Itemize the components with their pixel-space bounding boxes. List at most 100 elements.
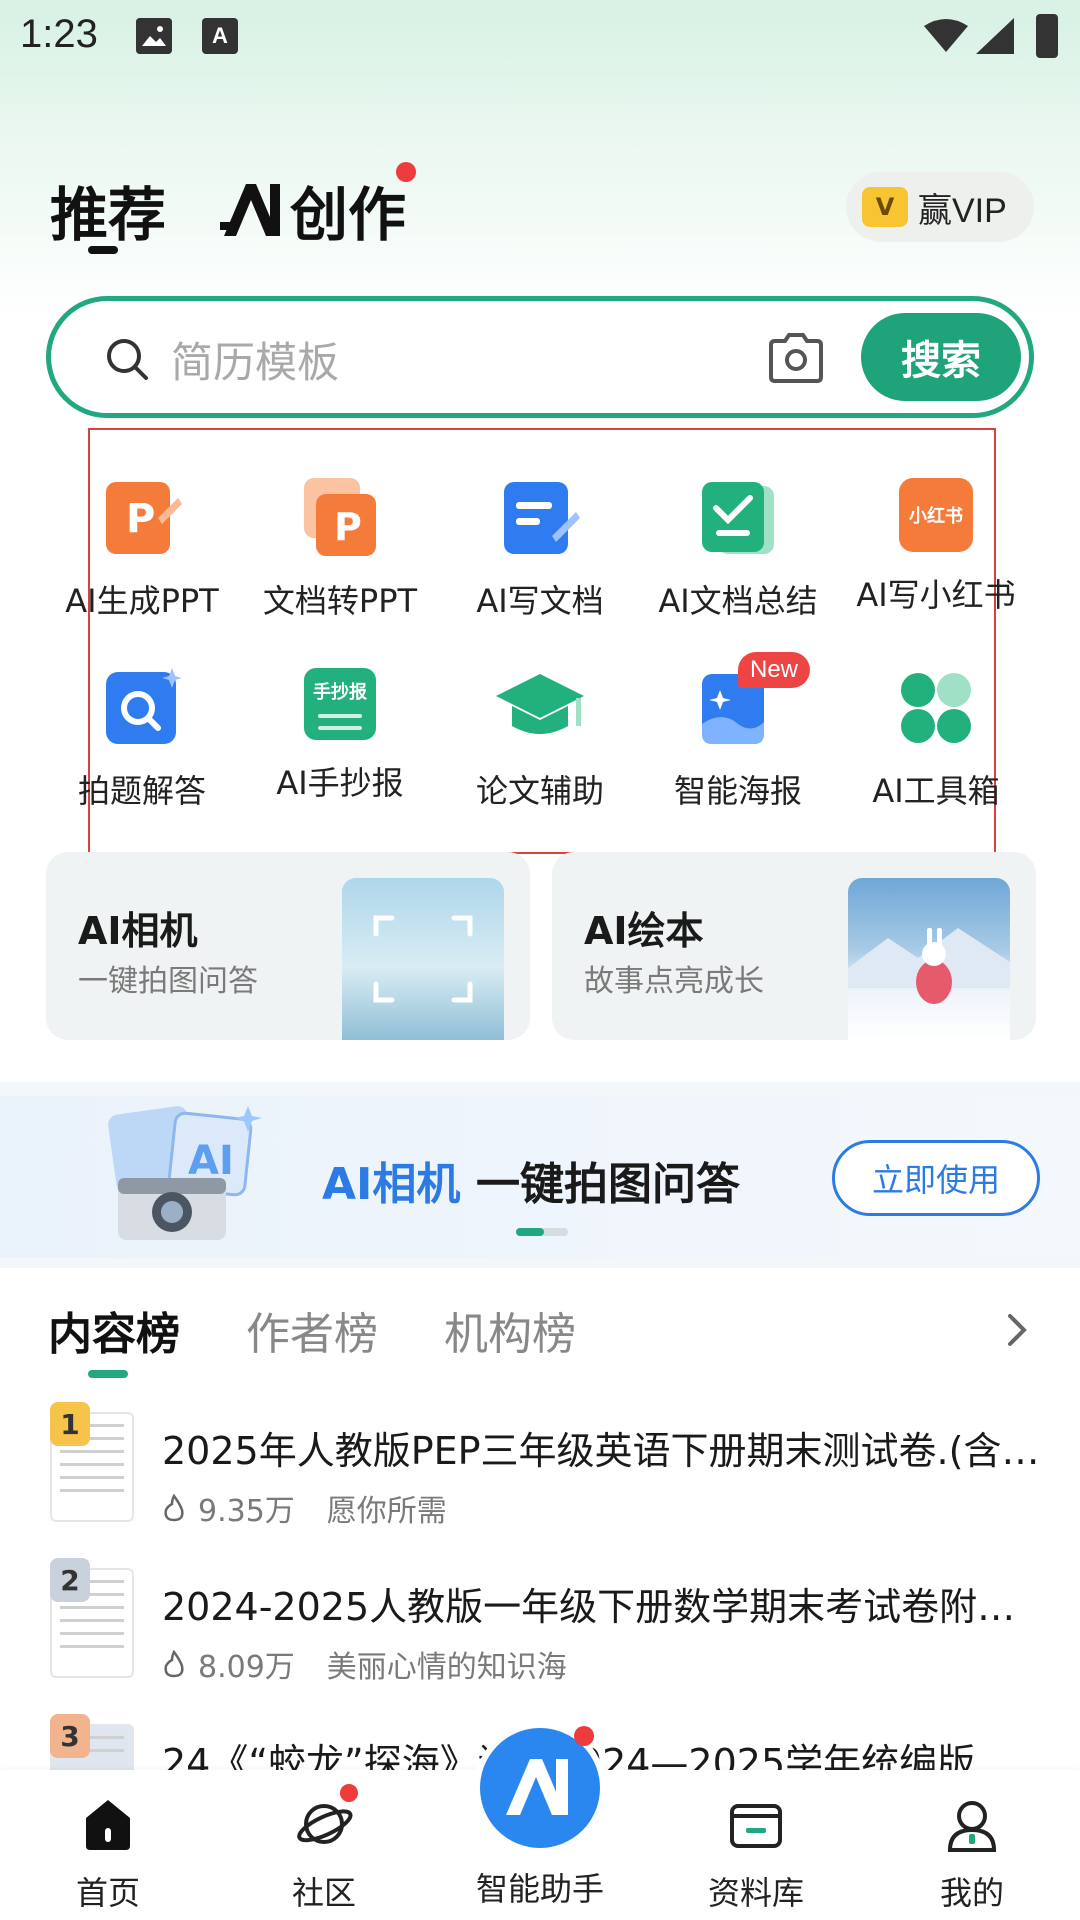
ranking-tab-indicator <box>88 1370 128 1378</box>
svg-text:AI: AI <box>188 1138 234 1184</box>
notification-dot <box>396 162 416 182</box>
nav-community[interactable]: 社区 <box>234 1770 414 1914</box>
ai-logo-icon <box>220 184 280 236</box>
banner-text: 一键拍图问答 <box>476 1159 740 1210</box>
vip-button[interactable]: V 赢VIP <box>846 172 1034 242</box>
item-title: 2025年人教版PEP三年级英语下册期末测试卷.(含… <box>162 1429 1040 1473</box>
ai-assistant-icon <box>506 1759 568 1815</box>
rank-badge: 3 <box>50 1714 90 1758</box>
chevron-right-icon[interactable] <box>1002 1310 1032 1350</box>
notification-dot <box>574 1726 594 1746</box>
camera-icon[interactable] <box>767 331 825 383</box>
doc-to-ppt-icon: P <box>300 478 380 558</box>
vip-label: 赢VIP <box>918 191 1007 230</box>
ai-camera-illustration: AI <box>108 1106 262 1240</box>
tool-label: 智能海报 <box>673 772 802 810</box>
item-meta: 8.09万 美丽心情的知识海 <box>162 1642 567 1686</box>
rank-badge: 2 <box>50 1558 90 1602</box>
tool-label: 拍题解答 <box>77 772 206 810</box>
tab-content-ranking[interactable]: 内容榜 <box>48 1298 180 1362</box>
search-icon <box>107 339 148 380</box>
search-button[interactable]: 搜索 <box>861 313 1021 401</box>
nav-label: 智能助手 <box>475 1870 604 1908</box>
handwritten-poster-icon-text: 手抄报 <box>313 682 367 703</box>
ppt-generate-icon: P <box>102 478 182 558</box>
tool-photo-answer[interactable]: 拍题解答 <box>42 668 242 812</box>
tool-thesis-assist[interactable]: 论文辅助 <box>440 668 640 812</box>
list-item[interactable]: 1 2025年人教版PEP三年级英语下册期末测试卷.(含… 9.35万 愿你所需 <box>0 1402 1080 1552</box>
tool-label: AI写小红书 <box>856 576 1016 614</box>
toolbox-icon <box>896 668 976 748</box>
tool-label: AI手抄报 <box>276 764 404 802</box>
tab-ai-create[interactable]: 创作 <box>220 168 406 252</box>
item-title: 2024-2025人教版一年级下册数学期末考试卷附… <box>162 1585 1016 1629</box>
tool-label: AI工具箱 <box>872 772 1000 810</box>
planet-icon <box>297 1804 353 1844</box>
xiaohongshu-icon-text: 小红书 <box>909 506 963 527</box>
tool-label: AI写文档 <box>476 582 604 620</box>
tab-org-ranking[interactable]: 机构榜 <box>444 1298 576 1362</box>
ai-write-doc-icon <box>500 478 580 558</box>
tool-xiaohongshu[interactable]: 小红书 AI写小红书 <box>836 478 1036 616</box>
fire-icon <box>164 1494 184 1522</box>
card-title: AI相机 <box>78 909 198 953</box>
signal-icon <box>976 18 1014 54</box>
folder-icon <box>730 1804 782 1848</box>
card-subtitle: 一键拍图问答 <box>78 964 258 999</box>
status-bar: 1:23 A <box>0 0 1080 74</box>
card-subtitle: 故事点亮成长 <box>584 964 764 999</box>
fire-icon <box>164 1650 184 1678</box>
banner-highlight: AI相机 <box>322 1159 461 1210</box>
nav-label: 首页 <box>75 1874 140 1912</box>
nav-label: 资料库 <box>707 1874 804 1912</box>
nav-home[interactable]: 首页 <box>18 1770 198 1914</box>
tab-author-ranking[interactable]: 作者榜 <box>246 1298 378 1362</box>
card-ai-camera[interactable]: AI相机 一键拍图问答 <box>46 852 530 1040</box>
list-item[interactable]: 2 2024-2025人教版一年级下册数学期末考试卷附… 8.09万 美丽心情的… <box>0 1558 1080 1708</box>
photo-search-icon <box>102 668 182 748</box>
a-icon: A <box>202 18 238 54</box>
wifi-icon <box>924 19 968 52</box>
handwritten-poster-icon: 手抄报 <box>304 668 376 740</box>
svg-text:P: P <box>334 505 362 549</box>
vip-crown-icon: V <box>862 187 908 227</box>
search-placeholder[interactable]: 简历模板 <box>171 329 339 390</box>
card-title: AI绘本 <box>584 909 704 953</box>
doc-summary-icon <box>698 478 778 558</box>
camera-preview-image <box>342 878 504 1040</box>
tool-label: AI文档总结 <box>658 582 818 620</box>
svg-text:P: P <box>126 496 155 542</box>
home-icon <box>86 1800 130 1850</box>
nav-library[interactable]: 资料库 <box>666 1770 846 1914</box>
tool-ai-write-doc[interactable]: AI写文档 <box>440 478 640 622</box>
tab-active-indicator <box>88 246 118 254</box>
tool-ai-ppt[interactable]: P AI生成PPT <box>42 478 242 622</box>
use-now-button[interactable]: 立即使用 <box>832 1140 1040 1216</box>
carousel-indicator <box>516 1228 568 1236</box>
tool-label: AI生成PPT <box>65 582 219 620</box>
tab-recommend[interactable]: 推荐 <box>50 168 166 252</box>
tool-doc-summary[interactable]: AI文档总结 <box>638 478 838 622</box>
tool-smart-poster[interactable]: 智能海报 <box>638 668 838 812</box>
item-author: 愿你所需 <box>326 1494 447 1529</box>
card-ai-picturebook[interactable]: AI绘本 故事点亮成长 <box>552 852 1036 1040</box>
item-heat: 8.09万 <box>198 1650 295 1685</box>
search-bar[interactable]: 简历模板 搜索 <box>46 296 1034 418</box>
tool-handwritten-poster[interactable]: 手抄报 AI手抄报 <box>240 668 440 804</box>
nav-label: 社区 <box>291 1874 356 1912</box>
item-author: 美丽心情的知识海 <box>326 1650 567 1685</box>
tool-toolbox[interactable]: AI工具箱 <box>836 668 1036 812</box>
profile-icon <box>947 1801 997 1852</box>
nav-profile[interactable]: 我的 <box>882 1770 1062 1914</box>
tool-label: 文档转PPT <box>262 582 418 620</box>
tool-doc-to-ppt[interactable]: P 文档转PPT <box>240 478 440 622</box>
xiaohongshu-icon: 小红书 <box>899 478 973 552</box>
new-badge: New <box>738 652 811 688</box>
rank-badge: 1 <box>50 1402 90 1446</box>
graduation-cap-icon <box>496 668 584 748</box>
picturebook-image <box>848 878 1010 1040</box>
status-time: 1:23 <box>20 12 98 56</box>
image-icon <box>136 18 172 54</box>
item-heat: 9.35万 <box>198 1494 295 1529</box>
nav-label: 我的 <box>939 1874 1004 1912</box>
